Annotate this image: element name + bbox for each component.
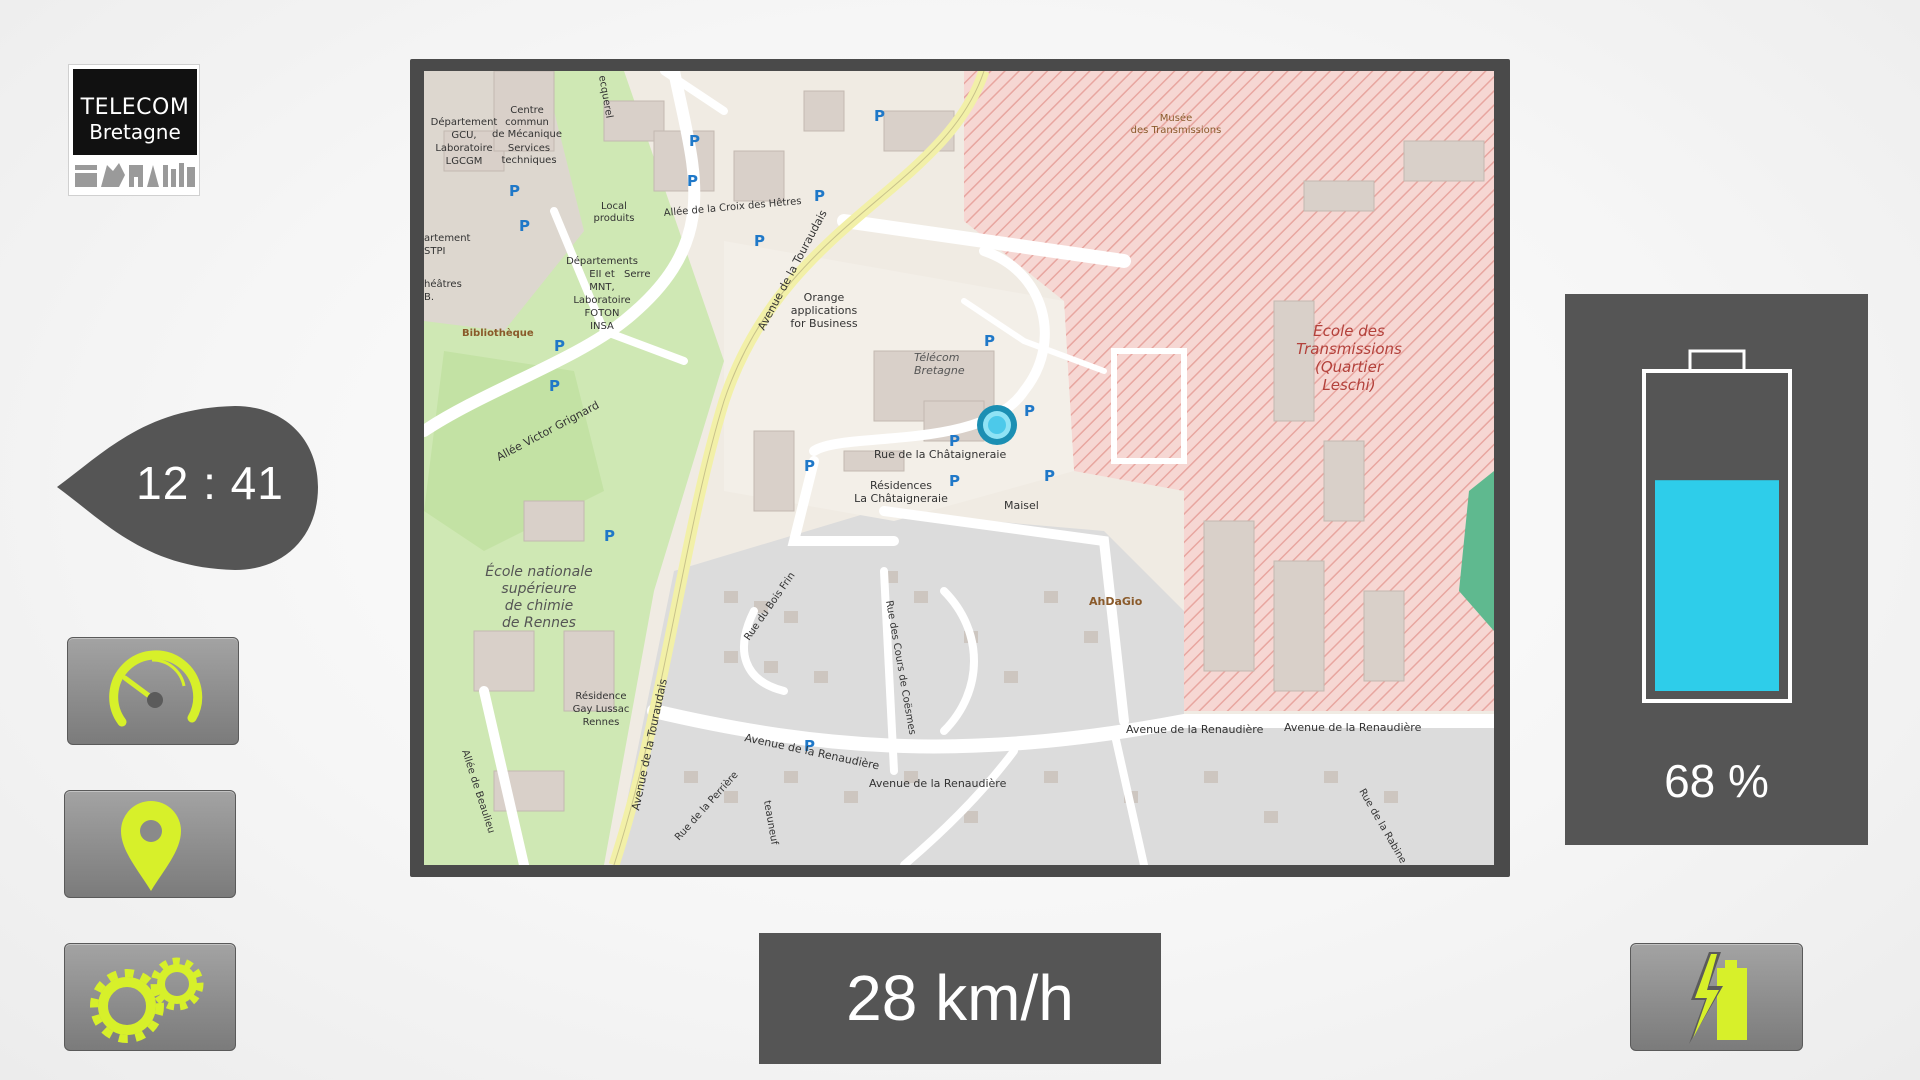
current-location-marker	[977, 405, 1017, 445]
map-label: École nationale	[485, 563, 592, 580]
map-button[interactable]	[64, 790, 236, 898]
telecom-bretagne-logo: TELECOM Bretagne	[68, 64, 200, 196]
map-label: Avenue de la Renaudière	[1284, 721, 1422, 734]
map-label: LGCGM	[446, 156, 483, 167]
map-label: FOTON	[584, 308, 619, 319]
map-label: La Châtaigneraie	[854, 492, 948, 505]
map-label: produits	[594, 213, 635, 224]
map-label: Maisel	[1004, 499, 1039, 512]
map-label: Avenue de la Renaudière	[869, 777, 1007, 790]
map-label: (Quartier	[1315, 358, 1384, 376]
map-label: Bibliothèque	[462, 327, 534, 339]
svg-text:P: P	[949, 472, 960, 490]
speed-display: 28 km/h	[759, 933, 1161, 1064]
svg-text:P: P	[604, 527, 615, 545]
svg-text:P: P	[689, 132, 700, 150]
speedometer-icon	[109, 650, 203, 727]
map-view[interactable]: PPP PPP PPP PPP PPP PP Télécom Bretagne …	[424, 71, 1494, 865]
map-label: Laboratoire	[435, 143, 492, 154]
map-label: for Business	[790, 317, 857, 330]
svg-text:P: P	[754, 232, 765, 250]
map-label: Musée	[1160, 112, 1192, 124]
map-label: Transmissions	[1296, 340, 1402, 358]
clock-bubble: 12 : 41	[55, 404, 320, 570]
svg-text:P: P	[687, 172, 698, 190]
map-label: de Rennes	[502, 615, 576, 631]
map-label: Services	[508, 143, 550, 154]
map-label: commun	[505, 117, 549, 128]
map-label: Rue de la Châtaigneraie	[874, 448, 1006, 461]
map-label: Serre	[624, 269, 650, 280]
map-frame: PPP PPP PPP PPP PPP PP Télécom Bretagne …	[410, 59, 1510, 877]
map-label: des Transmissions	[1131, 125, 1222, 136]
map-label: Centre	[510, 105, 543, 116]
map-label: Rennes	[583, 717, 620, 728]
battery-percent: 68 %	[1664, 755, 1769, 807]
svg-text:P: P	[874, 107, 885, 125]
battery-level-fill	[1655, 480, 1779, 691]
location-pin-icon	[121, 801, 181, 891]
battery-icon	[1642, 349, 1792, 703]
logo-line1: TELECOM	[80, 95, 190, 120]
map-canvas[interactable]: PPP PPP PPP PPP PPP PP Télécom Bretagne …	[424, 71, 1494, 865]
svg-text:P: P	[984, 332, 995, 350]
svg-text:P: P	[814, 187, 825, 205]
map-label: GCU,	[451, 130, 476, 141]
svg-text:P: P	[519, 217, 530, 235]
charge-button[interactable]	[1630, 943, 1803, 1051]
map-label: École des	[1313, 321, 1385, 340]
map-label: INSA	[590, 321, 614, 332]
map-label: Leschi)	[1322, 376, 1375, 394]
map-label: techniques	[501, 155, 556, 166]
map-label: STPI	[424, 246, 445, 257]
logo-line2: Bretagne	[89, 120, 181, 144]
speed-value: 28 km/h	[846, 962, 1074, 1034]
svg-text:P: P	[554, 337, 565, 355]
map-label: Résidence	[575, 690, 626, 702]
map-label: héâtres	[424, 278, 462, 290]
map-label: B.	[424, 292, 434, 303]
logo-emblem-icon	[73, 159, 197, 193]
map-label: AhDaGio	[1089, 595, 1143, 608]
map-label: Départements	[566, 255, 638, 267]
svg-text:P: P	[1044, 467, 1055, 485]
map-label: de Mécanique	[492, 128, 562, 140]
map-label: EII et	[589, 269, 615, 280]
map-label: Orange	[804, 291, 845, 304]
gears-icon	[90, 957, 204, 1043]
battery-panel: 68 %	[1565, 294, 1868, 845]
map-label: MNT,	[589, 282, 614, 293]
map-label: Gay Lussac	[573, 704, 630, 715]
map-label: Bretagne	[914, 364, 965, 377]
map-label: Résidences	[870, 479, 932, 492]
map-label: Local	[601, 201, 627, 212]
map-label: Avenue de la Renaudière	[1126, 723, 1264, 736]
map-label: artement	[424, 233, 471, 244]
svg-text:P: P	[509, 182, 520, 200]
svg-text:P: P	[804, 457, 815, 475]
clock-time: 12 : 41	[136, 457, 284, 509]
settings-button[interactable]	[64, 943, 236, 1051]
map-label: Département	[431, 116, 498, 128]
map-label: supérieure	[501, 581, 576, 597]
logo-wordmark: TELECOM Bretagne	[73, 69, 197, 155]
map-label: de chimie	[505, 598, 574, 614]
speedometer-button[interactable]	[67, 637, 239, 745]
svg-text:P: P	[549, 377, 560, 395]
battery-charge-icon	[1689, 952, 1747, 1044]
svg-text:P: P	[1024, 402, 1035, 420]
map-label: Laboratoire	[573, 295, 630, 306]
map-label: Télécom	[914, 351, 959, 364]
map-label: applications	[791, 304, 858, 317]
